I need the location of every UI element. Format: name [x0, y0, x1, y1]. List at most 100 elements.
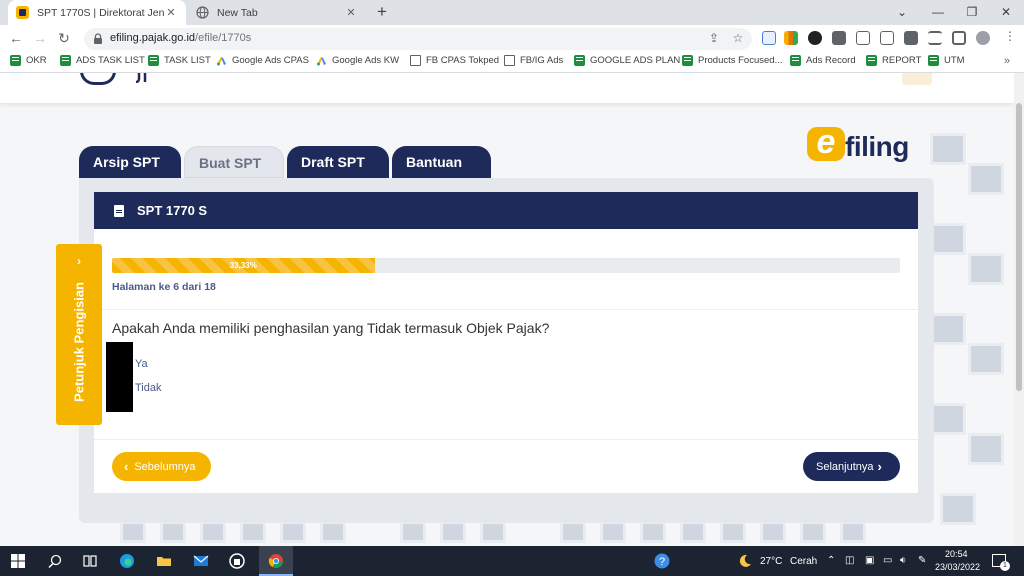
page-scrollbar[interactable] [1014, 73, 1024, 546]
tab-draft-spt[interactable]: Draft SPT [287, 146, 389, 178]
tray-chevron-up-icon[interactable]: ⌃ [827, 555, 835, 566]
weather-condition: Cerah [790, 556, 818, 567]
url-domain: efiling.pajak.go.id [110, 32, 196, 44]
question-text: Apakah Anda memiliki penghasilan yang Ti… [112, 320, 550, 336]
filling-guide-tab[interactable]: › Petunjuk Pengisian [56, 244, 102, 425]
browser-toolbar: ← → ↻ efiling.pajak.go.id/efile/1770s ⇪ … [0, 25, 1024, 52]
browser-tab-title: New Tab [217, 6, 258, 19]
redacted-radio-buttons[interactable] [106, 342, 133, 412]
reading-list-icon[interactable] [928, 31, 942, 45]
browser-tab-spt[interactable]: SPT 1770S | Direktorat Jenderal P ✕ [8, 0, 186, 25]
extension-r-icon[interactable] [808, 31, 822, 45]
djp-favicon-icon [16, 6, 29, 19]
bookmark-products-focused[interactable]: Products Focused... [682, 55, 782, 66]
spt-form-card: SPT 1770 S 33,33% Halaman ke 6 dari 18 A… [94, 192, 918, 493]
address-bar[interactable]: efiling.pajak.go.id/efile/1770s ⇪ ☆ [84, 28, 752, 50]
network-icon[interactable]: ▭ [883, 555, 892, 566]
profile-avatar[interactable] [976, 31, 990, 45]
previous-button[interactable]: ‹ Sebelumnya [112, 452, 211, 481]
sheets-icon [928, 55, 939, 66]
reload-icon[interactable]: ↻ [54, 28, 74, 48]
forward-arrow-icon[interactable]: → [30, 28, 50, 48]
tab-arsip-spt[interactable]: Arsip SPT [79, 146, 181, 178]
browser-menu-icon[interactable]: ⋮ [1004, 30, 1018, 45]
chevron-right-icon: › [877, 459, 882, 474]
divider [94, 439, 918, 440]
google-ads-icon [317, 57, 326, 66]
efiling-logo-word: filing [845, 131, 909, 162]
bookmark-fb-cpas-tokped[interactable]: FB CPAS Tokped [410, 55, 499, 66]
notification-icon[interactable]: 1 [992, 554, 1010, 571]
page-indicator: Halaman ke 6 dari 18 [112, 281, 216, 293]
djp-logo-text [136, 73, 147, 83]
tray-app-icon[interactable]: ◫ [845, 555, 854, 566]
help-icon[interactable]: ? [654, 553, 670, 569]
sheets-icon [574, 55, 585, 66]
pen-icon[interactable]: ✎ [918, 555, 926, 566]
option-ya[interactable]: Ya [135, 358, 148, 370]
close-tab-icon[interactable]: ✕ [164, 6, 178, 19]
sheets-icon [866, 55, 877, 66]
search-icon[interactable] [47, 553, 63, 569]
header-button-edge[interactable] [902, 73, 932, 85]
back-arrow-icon[interactable]: ← [6, 28, 26, 48]
windows-start-icon[interactable] [10, 553, 26, 569]
option-tidak[interactable]: Tidak [135, 382, 162, 394]
extensions-puzzle-icon[interactable] [904, 31, 918, 45]
browser-tab-newtab[interactable]: New Tab ✕ [188, 0, 366, 25]
bookmark-star-icon[interactable]: ☆ [730, 31, 746, 47]
bookmark-fb-ig-ads[interactable]: FB/IG Ads [504, 55, 563, 66]
tab-buat-spt[interactable]: Buat SPT [184, 146, 284, 178]
tray-display-icon[interactable]: ▣ [865, 555, 874, 566]
volume-icon[interactable]: 🔉︎ [900, 555, 906, 566]
minimize-window-icon[interactable]: — [920, 0, 956, 25]
bookmark-task-list[interactable]: TASK LIST [148, 55, 211, 66]
extension-analytics-icon[interactable] [784, 31, 798, 45]
efiling-logo: e filing [807, 125, 917, 173]
svg-text:?: ? [659, 556, 665, 568]
clock-time[interactable]: 20:54 [945, 549, 968, 559]
tab-bantuan[interactable]: Bantuan [392, 146, 491, 178]
bookmark-okr[interactable]: OKR [10, 55, 47, 66]
bookmark-google-ads-plan[interactable]: GOOGLE ADS PLAN [574, 55, 680, 66]
extension-tag-icon[interactable] [856, 31, 870, 45]
mail-icon[interactable] [193, 553, 209, 569]
close-window-icon[interactable]: ✕ [988, 0, 1024, 25]
extension-lastpass-icon[interactable] [832, 31, 846, 45]
url-path: /efile/1770s [195, 32, 252, 44]
taskbar-chrome-active[interactable] [259, 546, 293, 576]
chrome-icon [268, 554, 283, 568]
file-explorer-icon[interactable] [156, 553, 172, 569]
clock-date[interactable]: 23/03/2022 [935, 562, 980, 572]
bookmark-ads-task-list[interactable]: ADS TASK LIST [60, 55, 145, 66]
bookmarks-overflow-button[interactable]: » [1004, 55, 1010, 67]
page-icon [504, 55, 515, 66]
side-panel-icon[interactable] [952, 31, 966, 45]
new-tab-button[interactable]: + [372, 2, 392, 22]
weather-moon-icon [739, 554, 751, 567]
site-header [0, 73, 1014, 103]
sheets-icon [790, 55, 801, 66]
bookmark-ads-record[interactable]: Ads Record [790, 55, 856, 66]
notification-count: 1 [1000, 561, 1010, 571]
restore-window-icon[interactable]: ❐ [954, 0, 990, 25]
bookmark-google-ads-kw[interactable]: Google Ads KW [316, 55, 399, 66]
edge-browser-icon[interactable] [119, 553, 135, 569]
divider [94, 309, 918, 310]
scrollbar-thumb[interactable] [1016, 103, 1022, 391]
bookmark-utm[interactable]: UTM [928, 55, 965, 66]
task-view-icon[interactable] [82, 553, 98, 569]
sheets-icon [148, 55, 159, 66]
extension-code-icon[interactable] [880, 31, 894, 45]
app-icon[interactable] [229, 553, 245, 569]
share-icon[interactable]: ⇪ [706, 31, 722, 47]
page-icon [410, 55, 421, 66]
close-tab-icon[interactable]: ✕ [344, 6, 358, 19]
bookmark-report[interactable]: REPORT [866, 55, 921, 66]
bookmark-google-ads-cpas[interactable]: Google Ads CPAS [216, 55, 309, 66]
next-button[interactable]: Selanjutnya › [803, 452, 900, 481]
tab-search-chevron-icon[interactable]: ⌄ [884, 0, 920, 25]
bookmarks-bar: OKR ADS TASK LIST TASK LIST Google Ads C… [0, 52, 1024, 73]
filling-guide-label: Petunjuk Pengisian [71, 282, 87, 402]
extension-link-icon[interactable] [762, 31, 776, 45]
